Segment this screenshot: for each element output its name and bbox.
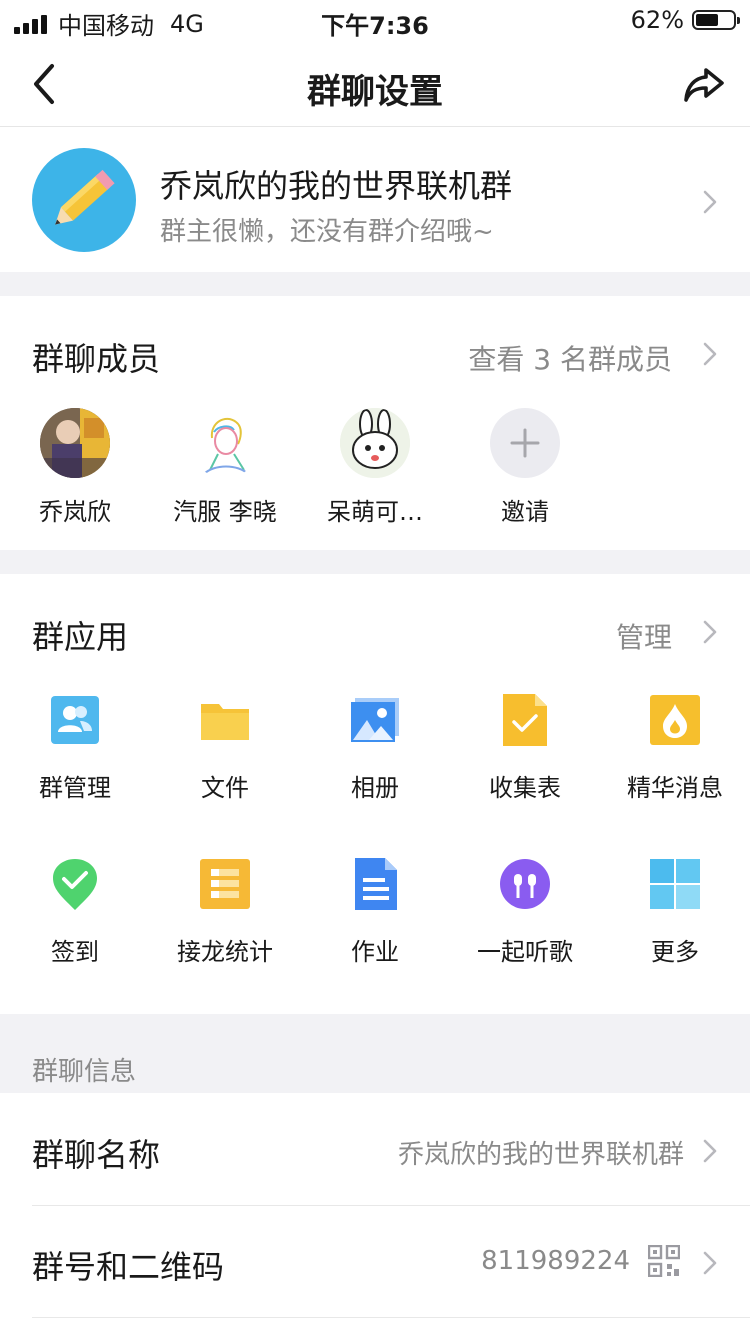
divider: [32, 1317, 750, 1318]
info-section-label: 群聊信息: [32, 1057, 137, 1087]
document-icon: [355, 858, 397, 910]
member-avatar: [40, 408, 110, 478]
app-files[interactable]: 文件: [150, 694, 300, 803]
list-icon: [200, 859, 250, 909]
photo-avatar-icon: [40, 408, 110, 478]
member-item[interactable]: 乔岚欣: [0, 408, 150, 527]
apps-title: 群应用: [32, 618, 129, 656]
member-name: 呆萌可…: [327, 498, 423, 526]
members-title: 群聊成员: [32, 340, 161, 378]
app-homework[interactable]: 作业: [300, 858, 450, 967]
check-in-icon: [53, 859, 97, 910]
view-members-link[interactable]: 查看 3 名群成员: [468, 338, 672, 378]
page-title: 群聊设置: [307, 72, 443, 112]
app-album[interactable]: 相册: [300, 694, 450, 803]
group-settings-screen: 中国移动 4G 下午7:36 62% 群聊设置 乔岚欣的我的世界联机群 群主很懒…: [0, 0, 750, 1334]
member-name: 乔岚欣: [39, 498, 111, 526]
group-header[interactable]: 乔岚欣的我的世界联机群 群主很懒，还没有群介绍哦~: [0, 127, 750, 272]
invite-button[interactable]: 邀请: [450, 408, 600, 527]
app-label: 收集表: [489, 774, 561, 802]
app-listen-together[interactable]: 一起听歌: [450, 858, 600, 967]
chevron-right-icon: [703, 1251, 717, 1275]
share-icon[interactable]: [682, 62, 726, 106]
section-gap: [0, 550, 750, 574]
row-title: 群聊名称: [32, 1136, 161, 1174]
app-form[interactable]: 收集表: [450, 694, 600, 803]
app-label: 作业: [351, 938, 399, 966]
battery-icon: [692, 10, 740, 30]
group-manage-icon: [51, 696, 99, 744]
group-name-row[interactable]: 群聊名称 乔岚欣的我的世界联机群: [0, 1094, 750, 1206]
pencil-icon: [55, 169, 115, 225]
nav-bar: 群聊设置: [0, 40, 750, 127]
battery-percent: 62%: [630, 6, 684, 34]
plus-icon: [490, 408, 560, 478]
sketch-avatar-icon: [203, 417, 249, 475]
app-group-manage[interactable]: 群管理: [0, 694, 150, 803]
app-label: 签到: [51, 938, 99, 966]
essence-icon: [650, 695, 700, 745]
group-name: 乔岚欣的我的世界联机群: [160, 167, 513, 205]
member-avatar: [190, 408, 260, 478]
app-label: 一起听歌: [477, 938, 573, 966]
member-item[interactable]: 汽服 李晓: [150, 408, 300, 527]
app-label: 文件: [201, 774, 249, 802]
manage-link[interactable]: 管理: [616, 616, 672, 656]
grid-icon: [650, 859, 700, 909]
invite-label: 邀请: [501, 498, 549, 526]
status-right: 62%: [630, 6, 740, 34]
app-essence[interactable]: 精华消息: [600, 694, 750, 803]
app-label: 更多: [651, 938, 699, 966]
form-icon: [503, 694, 547, 746]
group-avatar: [32, 148, 136, 252]
app-more[interactable]: 更多: [600, 858, 750, 967]
app-label: 群管理: [39, 774, 111, 802]
status-bar: 中国移动 4G 下午7:36 62%: [0, 0, 750, 40]
row-title: 群号和二维码: [32, 1248, 225, 1286]
app-label: 接龙统计: [177, 938, 273, 966]
group-description: 群主很懒，还没有群介绍哦~: [160, 217, 494, 247]
album-icon: [351, 698, 399, 742]
earphones-icon: [500, 859, 550, 909]
app-label: 相册: [351, 774, 399, 802]
folder-icon: [201, 704, 249, 740]
member-avatar: [340, 408, 410, 478]
chevron-right-icon[interactable]: [702, 619, 718, 645]
chevron-right-icon: [703, 1139, 717, 1163]
member-item[interactable]: 呆萌可…: [300, 408, 450, 527]
member-name: 汽服 李晓: [173, 498, 277, 526]
qr-code-icon[interactable]: [648, 1245, 680, 1277]
section-gap: [0, 272, 750, 296]
app-check-in[interactable]: 签到: [0, 858, 150, 967]
chevron-right-icon: [703, 190, 717, 214]
group-number-row[interactable]: 群号和二维码 811989224: [0, 1206, 750, 1318]
group-number-value: 811989224: [481, 1246, 630, 1276]
chevron-right-icon[interactable]: [702, 341, 718, 367]
app-label: 精华消息: [627, 774, 723, 802]
rabbit-avatar-icon: [340, 408, 410, 478]
app-relay-stats[interactable]: 接龙统计: [150, 858, 300, 967]
row-value: 乔岚欣的我的世界联机群: [397, 1140, 684, 1170]
